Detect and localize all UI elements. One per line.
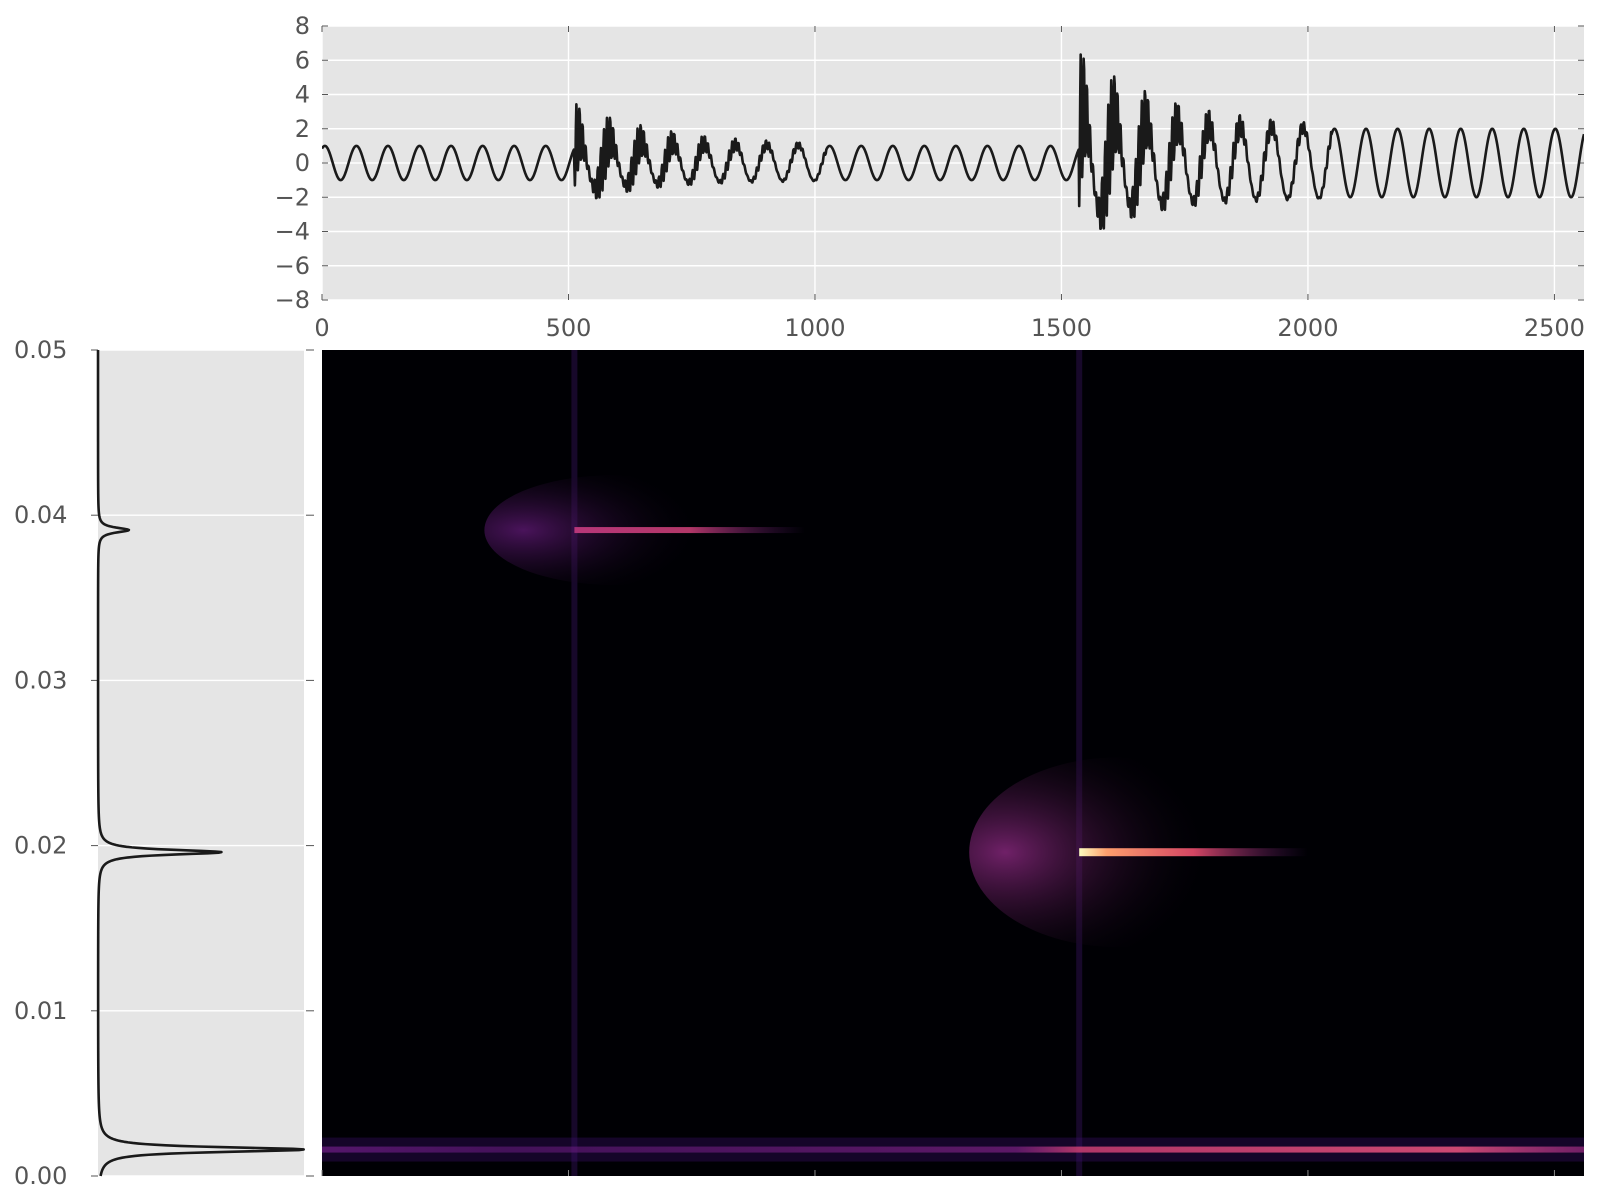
timeseries-x-tick-label: 1000	[784, 314, 845, 342]
timeseries-y-tick-label: −8	[275, 286, 310, 314]
spectrogram-background	[322, 350, 1584, 1176]
spectrum-y-tick-label: 0.00	[14, 1162, 67, 1190]
spectrogram-band-a	[574, 527, 806, 534]
timeseries-y-tick-label: 4	[295, 81, 310, 109]
timeseries-y-tick-label: −2	[275, 183, 310, 211]
timeseries-x-tick-label: 1500	[1031, 314, 1092, 342]
spectrum-y-tick-label: 0.01	[14, 997, 67, 1025]
timeseries-x-tick-label: 2500	[1524, 314, 1585, 342]
figure: 0 500 1000 1500 2000 2500 8 6 4 2 0 −2 −4 −6 −8 0.05 0.…	[0, 0, 1600, 1200]
timeseries-axes: 0 500 1000 1500 2000 2500 8 6 4 2 0 −2 −4 −6 −8	[275, 12, 1585, 342]
timeseries-y-tick-label: −6	[275, 252, 310, 280]
spectrum-y-tick-label: 0.04	[14, 501, 67, 529]
spectrogram-axes	[322, 350, 1584, 1176]
spectrum-y-tick-label: 0.02	[14, 832, 67, 860]
spectrogram-band-b	[1079, 848, 1308, 857]
timeseries-y-tick-label: 6	[295, 46, 310, 74]
timeseries-x-tick-label: 0	[314, 314, 329, 342]
spectrum-y-tick-label: 0.05	[14, 336, 67, 364]
spectrum-axes: 0.05 0.04 0.03 0.02 0.01 0.00	[14, 336, 314, 1190]
timeseries-y-tick-label: 8	[295, 12, 310, 40]
timeseries-x-tick-label: 2000	[1277, 314, 1338, 342]
timeseries-y-tick-label: −4	[275, 218, 310, 246]
spectrum-background	[98, 350, 304, 1176]
spectrum-y-tick-label: 0.03	[14, 666, 67, 694]
spectrogram-onset-streak	[571, 350, 578, 1176]
spectrogram-lowband	[322, 1146, 1584, 1153]
timeseries-x-tick-label: 500	[546, 314, 592, 342]
timeseries-y-tick-label: 2	[295, 115, 310, 143]
timeseries-y-tick-label: 0	[295, 149, 310, 177]
